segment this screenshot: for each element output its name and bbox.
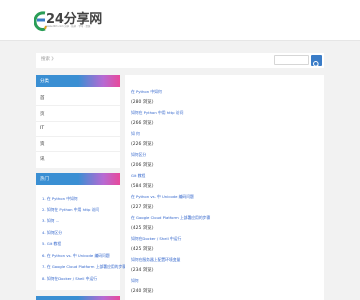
divider [36,136,120,137]
search-bar: 搜索 》 [36,53,324,68]
hot-list-item[interactable]: 7. 在 Google Cloud Platform 上部署应用的步骤 [42,264,126,270]
article-title-link[interactable]: 如何 [131,278,139,284]
divider [36,121,120,122]
view-count: (227 浏览) [131,205,154,210]
hot-panel-header: 热门 [36,173,120,185]
article-title-link[interactable]: 在 Python vs. 中 Unicode 编码问题 [131,194,194,200]
view-count: (280 浏览) [131,100,154,105]
view-count: (206 浏览) [131,163,154,168]
divider [36,151,120,152]
hot-list-item[interactable]: 6. 在 Python vs. 中 Unicode 编码问题 [42,253,110,259]
category-panel-header: 分类 [36,75,120,87]
search-button[interactable] [311,55,322,68]
site-header: 24分享网 www.24fx.com 分享 · 技术 · 学习 · 资源 [0,0,360,41]
view-count: (584 浏览) [131,184,154,189]
category-item[interactable]: 资 [40,141,45,147]
view-count: (234 浏览) [131,268,154,273]
view-count: (266 浏览) [131,121,154,126]
category-item[interactable]: 页 [40,111,45,117]
article-title-link[interactable]: 如何在Docker / Shell 中运行 [131,236,181,242]
view-count: (240 浏览) [131,289,154,294]
article-list: 在 Python 中如何 (280 浏览) 如何在 Python 中用 http… [125,75,324,300]
hot-list-item[interactable]: 1. 在 Python 中如何 [42,196,78,202]
hot-panel: 热门 1. 在 Python 中如何 2. 如何在 Python 中用 http… [36,173,126,290]
article-title-link[interactable]: 如何在 Python 中用 http 访问 [131,110,183,116]
hot-list-item[interactable]: 4. 如何区分 [42,230,62,236]
article-title-link[interactable]: 在 Google Cloud Platform 上部署应用的步骤 [131,215,210,221]
view-count: (226 浏览) [131,142,154,147]
article-title-link[interactable]: 如何区分 [131,152,146,158]
logo-subtitle: www.24fx.com 分享 · 技术 · 学习 · 资源 [46,25,91,28]
search-input[interactable] [274,55,309,65]
divider [36,105,120,106]
category-panel-title: 分类 [40,79,49,84]
search-label: 搜索 》 [41,57,56,62]
article-title-link[interactable]: 如 何 [131,131,140,137]
category-item[interactable]: 讯 [40,156,45,162]
hot-list-item[interactable]: 3. 如何 ... [42,218,59,224]
view-count: (425 浏览) [131,226,154,231]
view-count: (425 浏览) [131,247,154,252]
hot-list-item[interactable]: 2. 如何在 Python 中用 http 访问 [42,207,99,213]
hot-panel-title: 热门 [40,177,49,182]
hot-list-item[interactable]: 8. 如何在Docker / Shell 中运行 [42,276,97,282]
article-title-link[interactable]: 如何在服务器上配置环境变量 [131,257,180,263]
search-icon [313,61,320,68]
category-panel: 分类 首 页 IT 资 讯 [36,75,120,168]
site-logo[interactable]: 24分享网 www.24fx.com 分享 · 技术 · 学习 · 资源 [34,9,102,33]
category-item[interactable]: IT [40,126,44,131]
category-item[interactable]: 首 [40,95,45,101]
hot-list-item[interactable]: 5. Git 教程 [42,241,61,247]
article-title-link[interactable]: 在 Python 中如何 [131,89,162,95]
article-title-link[interactable]: Git 教程 [131,173,145,179]
next-panel-header [36,296,120,300]
